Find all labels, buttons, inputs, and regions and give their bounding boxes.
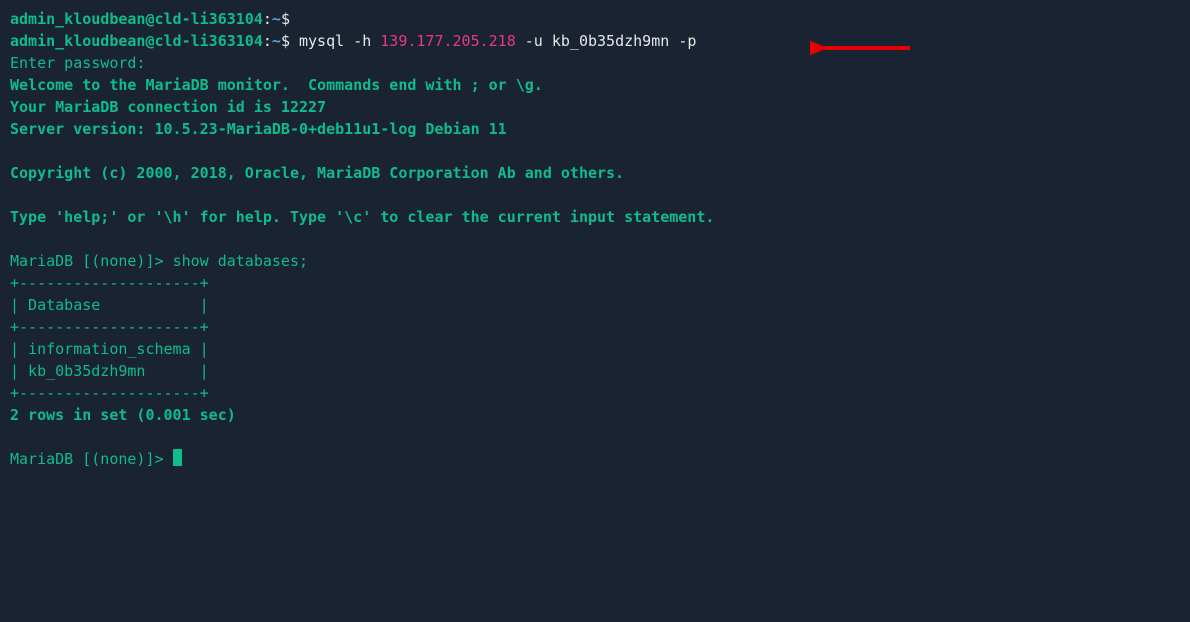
space [516, 32, 525, 50]
blank-line [10, 184, 1180, 206]
annotation-arrow-icon [810, 38, 920, 58]
prompt-user: admin_kloudbean [10, 32, 145, 50]
prompt-dollar: $ [281, 32, 290, 50]
table-border-bottom: +--------------------+ [10, 382, 1180, 404]
prompt-dollar: $ [281, 10, 290, 28]
show-databases-cmd: show databases; [173, 252, 308, 270]
welcome-line-1: Welcome to the MariaDB monitor. Commands… [10, 74, 1180, 96]
prompt-user: admin_kloudbean [10, 10, 145, 28]
mariadb-prompt: MariaDB [(none)]> [10, 450, 173, 468]
flag-u: -u [525, 32, 543, 50]
help-line: Type 'help;' or '\h' for help. Type '\c'… [10, 206, 1180, 228]
mariadb-prompt-cursor[interactable]: MariaDB [(none)]> [10, 448, 1180, 470]
terminal-line-command[interactable]: admin_kloudbean@cld-li363104:~$ mysql -h… [10, 30, 1180, 52]
terminal-line-prompt1[interactable]: admin_kloudbean@cld-li363104:~$ [10, 8, 1180, 30]
mariadb-prompt: MariaDB [(none)]> [10, 252, 173, 270]
ip-address: 139.177.205.218 [380, 32, 515, 50]
prompt-path: ~ [272, 32, 281, 50]
copyright-line: Copyright (c) 2000, 2018, Oracle, MariaD… [10, 162, 1180, 184]
rows-summary: 2 rows in set (0.001 sec) [10, 404, 1180, 426]
table-border-mid: +--------------------+ [10, 316, 1180, 338]
mariadb-show-databases[interactable]: MariaDB [(none)]> show databases; [10, 250, 1180, 272]
prompt-at: @ [145, 32, 154, 50]
cursor-block [173, 449, 182, 466]
flag-h: -h [353, 32, 371, 50]
prompt-colon: : [263, 10, 272, 28]
blank-line [10, 140, 1180, 162]
flag-p: -p [678, 32, 696, 50]
welcome-line-3: Server version: 10.5.23-MariaDB-0+deb11u… [10, 118, 1180, 140]
prompt-host: cld-li363104 [155, 10, 263, 28]
cmd-mysql: mysql [290, 32, 353, 50]
table-border-top: +--------------------+ [10, 272, 1180, 294]
prompt-host: cld-li363104 [155, 32, 263, 50]
table-header: | Database | [10, 294, 1180, 316]
table-row-1: | information_schema | [10, 338, 1180, 360]
table-row-2: | kb_0b35dzh9mn | [10, 360, 1180, 382]
blank-line [10, 426, 1180, 448]
user-arg: kb_0b35dzh9mn [543, 32, 678, 50]
prompt-at: @ [145, 10, 154, 28]
welcome-line-2: Your MariaDB connection id is 12227 [10, 96, 1180, 118]
prompt-colon: : [263, 32, 272, 50]
prompt-path: ~ [272, 10, 281, 28]
enter-password-line: Enter password: [10, 52, 1180, 74]
blank-line [10, 228, 1180, 250]
space [371, 32, 380, 50]
